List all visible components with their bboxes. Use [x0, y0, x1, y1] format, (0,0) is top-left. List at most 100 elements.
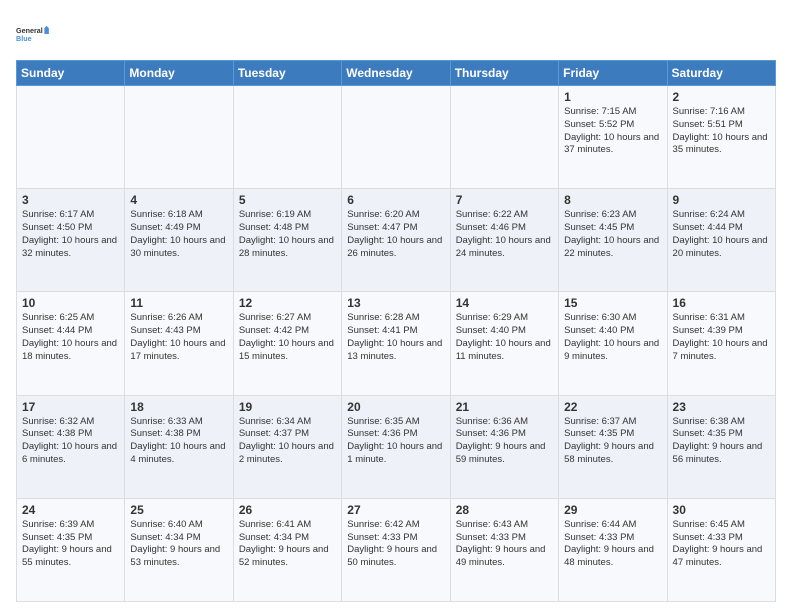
- day-info: Sunrise: 6:25 AMSunset: 4:44 PMDaylight:…: [22, 312, 119, 363]
- day-cell: 10Sunrise: 6:25 AMSunset: 4:44 PMDayligh…: [17, 292, 125, 395]
- day-info: Sunrise: 6:41 AMSunset: 4:34 PMDaylight:…: [239, 519, 336, 570]
- day-cell: 14 Sunrise: 6:29 AMSunset: 4:40 PMDayligh…: [450, 292, 558, 395]
- day-cell: 18 Sunrise: 6:33 AMSunset: 4:38 PMDayligh…: [125, 395, 233, 498]
- day-cell: [450, 86, 558, 189]
- day-cell: 25Sunrise: 6:40 AMSunset: 4:34 PMDayligh…: [125, 498, 233, 601]
- day-number: 5: [239, 193, 336, 207]
- day-cell: 16Sunrise: 6:31 AMSunset: 4:39 PMDayligh…: [667, 292, 775, 395]
- week-row-1: 1 Sunrise: 7:15 AMSunset: 5:52 PMDaylight…: [17, 86, 776, 189]
- day-number: 7: [456, 193, 553, 207]
- day-cell: 5 Sunrise: 6:19 AMSunset: 4:48 PMDaylight…: [233, 189, 341, 292]
- week-row-2: 3Sunrise: 6:17 AMSunset: 4:50 PMDaylight…: [17, 189, 776, 292]
- day-info: Sunrise: 6:39 AMSunset: 4:35 PMDaylight:…: [22, 519, 119, 570]
- day-info: Sunrise: 6:43 AMSunset: 4:33 PMDaylight:…: [456, 519, 553, 570]
- day-cell: 30 Sunrise: 6:45 AMSunset: 4:33 PMDayligh…: [667, 498, 775, 601]
- day-cell: 17 Sunrise: 6:32 AMSunset: 4:38 PMDayligh…: [17, 395, 125, 498]
- day-number: 12: [239, 296, 336, 310]
- day-number: 28: [456, 503, 553, 517]
- week-row-4: 17 Sunrise: 6:32 AMSunset: 4:38 PMDayligh…: [17, 395, 776, 498]
- day-cell: [342, 86, 450, 189]
- day-info: Sunrise: 6:18 AMSunset: 4:49 PMDaylight:…: [130, 209, 227, 260]
- day-cell: 1 Sunrise: 7:15 AMSunset: 5:52 PMDaylight…: [559, 86, 667, 189]
- day-cell: 22Sunrise: 6:37 AMSunset: 4:35 PMDayligh…: [559, 395, 667, 498]
- column-header-thursday: Thursday: [450, 61, 558, 86]
- logo-svg: General Blue: [16, 16, 52, 52]
- day-number: 29: [564, 503, 661, 517]
- day-cell: 8Sunrise: 6:23 AMSunset: 4:45 PMDaylight…: [559, 189, 667, 292]
- day-cell: 20Sunrise: 6:35 AMSunset: 4:36 PMDayligh…: [342, 395, 450, 498]
- day-info: Sunrise: 6:36 AMSunset: 4:36 PMDaylight:…: [456, 416, 553, 467]
- day-info: Sunrise: 6:37 AMSunset: 4:35 PMDaylight:…: [564, 416, 661, 467]
- svg-text:Blue: Blue: [16, 34, 32, 43]
- calendar-table: SundayMondayTuesdayWednesdayThursdayFrid…: [16, 60, 776, 602]
- day-info: Sunrise: 6:19 AMSunset: 4:48 PMDaylight:…: [239, 209, 336, 260]
- day-info: Sunrise: 6:22 AMSunset: 4:46 PMDaylight:…: [456, 209, 553, 260]
- day-cell: 24 Sunrise: 6:39 AMSunset: 4:35 PMDayligh…: [17, 498, 125, 601]
- day-info: Sunrise: 6:44 AMSunset: 4:33 PMDaylight:…: [564, 519, 661, 570]
- day-cell: 15Sunrise: 6:30 AMSunset: 4:40 PMDayligh…: [559, 292, 667, 395]
- day-info: Sunrise: 6:30 AMSunset: 4:40 PMDaylight:…: [564, 312, 661, 363]
- day-info: Sunrise: 6:40 AMSunset: 4:34 PMDaylight:…: [130, 519, 227, 570]
- day-cell: 9 Sunrise: 6:24 AMSunset: 4:44 PMDaylight…: [667, 189, 775, 292]
- day-info: Sunrise: 6:26 AMSunset: 4:43 PMDaylight:…: [130, 312, 227, 363]
- day-number: 26: [239, 503, 336, 517]
- day-info: Sunrise: 6:24 AMSunset: 4:44 PMDaylight:…: [673, 209, 770, 260]
- calendar-header-row: SundayMondayTuesdayWednesdayThursdayFrid…: [17, 61, 776, 86]
- column-header-tuesday: Tuesday: [233, 61, 341, 86]
- day-info: Sunrise: 6:35 AMSunset: 4:36 PMDaylight:…: [347, 416, 444, 467]
- day-cell: [17, 86, 125, 189]
- day-number: 14: [456, 296, 553, 310]
- column-header-monday: Monday: [125, 61, 233, 86]
- logo: General Blue: [16, 16, 52, 52]
- day-number: 19: [239, 400, 336, 414]
- day-info: Sunrise: 6:32 AMSunset: 4:38 PMDaylight:…: [22, 416, 119, 467]
- day-cell: 13 Sunrise: 6:28 AMSunset: 4:41 PMDayligh…: [342, 292, 450, 395]
- day-info: Sunrise: 7:16 AMSunset: 5:51 PMDaylight:…: [673, 106, 770, 157]
- day-info: Sunrise: 6:20 AMSunset: 4:47 PMDaylight:…: [347, 209, 444, 260]
- day-info: Sunrise: 6:29 AMSunset: 4:40 PMDaylight:…: [456, 312, 553, 363]
- day-cell: [125, 86, 233, 189]
- day-number: 4: [130, 193, 227, 207]
- day-number: 13: [347, 296, 444, 310]
- column-header-wednesday: Wednesday: [342, 61, 450, 86]
- page: General Blue SundayMondayTuesdayWednesda…: [0, 0, 792, 612]
- day-cell: 3Sunrise: 6:17 AMSunset: 4:50 PMDaylight…: [17, 189, 125, 292]
- day-info: Sunrise: 6:42 AMSunset: 4:33 PMDaylight:…: [347, 519, 444, 570]
- column-header-saturday: Saturday: [667, 61, 775, 86]
- day-number: 8: [564, 193, 661, 207]
- day-number: 17: [22, 400, 119, 414]
- day-info: Sunrise: 6:34 AMSunset: 4:37 PMDaylight:…: [239, 416, 336, 467]
- day-cell: [233, 86, 341, 189]
- day-number: 18: [130, 400, 227, 414]
- svg-text:General: General: [16, 26, 43, 35]
- week-row-3: 10Sunrise: 6:25 AMSunset: 4:44 PMDayligh…: [17, 292, 776, 395]
- day-info: Sunrise: 6:33 AMSunset: 4:38 PMDaylight:…: [130, 416, 227, 467]
- day-info: Sunrise: 6:45 AMSunset: 4:33 PMDaylight:…: [673, 519, 770, 570]
- day-number: 23: [673, 400, 770, 414]
- day-cell: 26 Sunrise: 6:41 AMSunset: 4:34 PMDayligh…: [233, 498, 341, 601]
- column-header-friday: Friday: [559, 61, 667, 86]
- day-number: 11: [130, 296, 227, 310]
- day-info: Sunrise: 7:15 AMSunset: 5:52 PMDaylight:…: [564, 106, 661, 157]
- header: General Blue: [16, 16, 776, 52]
- day-cell: 29 Sunrise: 6:44 AMSunset: 4:33 PMDayligh…: [559, 498, 667, 601]
- day-cell: 28 Sunrise: 6:43 AMSunset: 4:33 PMDayligh…: [450, 498, 558, 601]
- day-cell: 7 Sunrise: 6:22 AMSunset: 4:46 PMDaylight…: [450, 189, 558, 292]
- day-cell: 27 Sunrise: 6:42 AMSunset: 4:33 PMDayligh…: [342, 498, 450, 601]
- day-number: 24: [22, 503, 119, 517]
- day-number: 27: [347, 503, 444, 517]
- day-number: 9: [673, 193, 770, 207]
- day-cell: 4 Sunrise: 6:18 AMSunset: 4:49 PMDaylight…: [125, 189, 233, 292]
- day-number: 1: [564, 90, 661, 104]
- day-number: 21: [456, 400, 553, 414]
- day-number: 3: [22, 193, 119, 207]
- day-number: 2: [673, 90, 770, 104]
- day-cell: 21 Sunrise: 6:36 AMSunset: 4:36 PMDayligh…: [450, 395, 558, 498]
- day-info: Sunrise: 6:27 AMSunset: 4:42 PMDaylight:…: [239, 312, 336, 363]
- day-cell: 6Sunrise: 6:20 AMSunset: 4:47 PMDaylight…: [342, 189, 450, 292]
- day-info: Sunrise: 6:28 AMSunset: 4:41 PMDaylight:…: [347, 312, 444, 363]
- day-number: 30: [673, 503, 770, 517]
- day-cell: 19 Sunrise: 6:34 AMSunset: 4:37 PMDayligh…: [233, 395, 341, 498]
- day-number: 16: [673, 296, 770, 310]
- day-cell: 23Sunrise: 6:38 AMSunset: 4:35 PMDayligh…: [667, 395, 775, 498]
